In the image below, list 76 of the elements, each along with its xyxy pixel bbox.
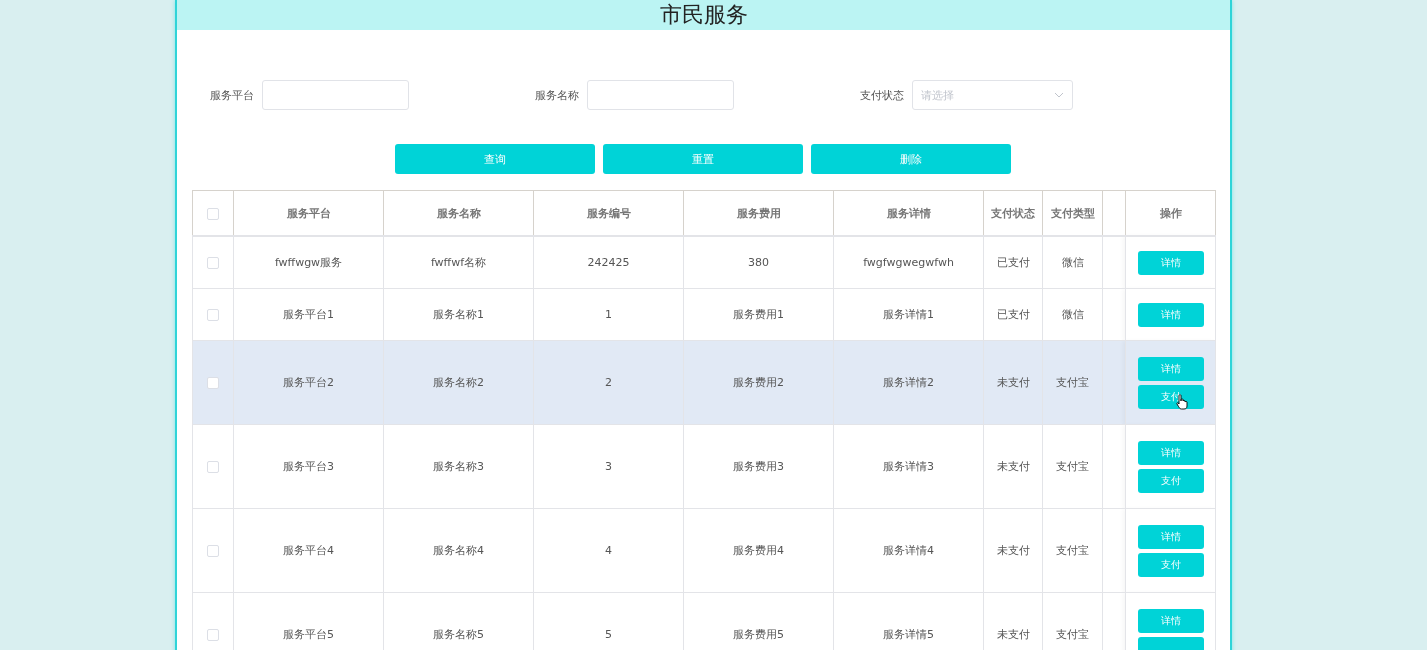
input-field[interactable]	[262, 80, 409, 110]
row-action-button[interactable]: 支付	[1137, 468, 1204, 493]
table-cell: 服务详情5	[883, 628, 934, 641]
column-header: 服务平台	[286, 206, 331, 220]
column-header: 支付类型	[1050, 206, 1095, 220]
table-cell: 5	[605, 628, 612, 641]
table-cell: fwffwf名称	[430, 256, 487, 269]
table-cell: 支付宝	[1056, 544, 1089, 557]
filter-label: 支付状态	[860, 87, 905, 103]
column-header: 服务费用	[736, 206, 781, 220]
table-cell: 服务平台2	[283, 376, 334, 389]
action-button[interactable]: 查询	[395, 144, 595, 174]
table-cell: 服务名称3	[433, 460, 484, 473]
table-cell: 服务平台1	[283, 308, 334, 321]
row-action-button[interactable]: 详情	[1137, 250, 1204, 275]
column-header: 服务编号	[586, 206, 631, 220]
table-cell: 服务名称2	[433, 376, 484, 389]
table-cell: fwffwgw服务	[274, 256, 343, 269]
table-cell: 服务平台5	[283, 628, 334, 641]
filter-label: 服务名称	[535, 87, 580, 103]
table-cell: 服务费用4	[733, 544, 784, 557]
checkbox[interactable]	[207, 377, 219, 389]
table-cell: 微信	[1061, 308, 1084, 321]
row-action-button[interactable]: 详情	[1137, 608, 1204, 633]
row-action-button[interactable]: 详情	[1137, 524, 1204, 549]
table-cell: 服务平台4	[283, 544, 334, 557]
page-title: 市民服务	[659, 1, 748, 29]
table-cell: 未支付	[996, 376, 1030, 389]
row-action-button[interactable]: 详情	[1137, 356, 1204, 381]
table-cell: 4	[605, 544, 612, 557]
checkbox[interactable]	[207, 545, 219, 557]
column-header: 服务名称	[436, 206, 481, 220]
table-cell: 服务名称5	[433, 628, 484, 641]
table-cell: 服务费用2	[733, 376, 784, 389]
row-action-button[interactable]: 支付	[1137, 384, 1204, 409]
table-cell: 服务详情4	[883, 544, 934, 557]
table-cell: 服务详情2	[883, 376, 934, 389]
checkbox[interactable]	[207, 461, 219, 473]
column-header: 操作	[1159, 206, 1182, 220]
table-cell: 3	[605, 460, 612, 473]
table-cell: 未支付	[996, 628, 1030, 641]
table-cell: 服务详情1	[883, 308, 934, 321]
column-header: 支付状态	[991, 206, 1035, 220]
checkbox[interactable]	[207, 309, 219, 321]
column-header: 服务详情	[886, 206, 931, 220]
row-action-button[interactable]: 支付	[1137, 552, 1204, 577]
action-button[interactable]: 删除	[811, 144, 1011, 174]
table-cell: 2	[605, 376, 612, 389]
table-cell: 242425	[587, 256, 630, 269]
table-cell: 服务费用3	[733, 460, 784, 473]
table-cell: 服务详情3	[883, 460, 934, 473]
checkbox[interactable]	[207, 207, 219, 220]
table-cell: 1	[605, 308, 612, 321]
table-cell: fwgfwgwegwfwh	[863, 256, 954, 269]
action-button[interactable]: 重置	[603, 144, 803, 174]
table-cell: 已支付	[996, 308, 1030, 321]
table-cell: 支付宝	[1056, 460, 1089, 473]
table-cell: 已支付	[996, 256, 1030, 269]
row-action-button[interactable]: 详情	[1137, 302, 1204, 327]
table-cell: 服务费用5	[733, 628, 784, 641]
table-cell: 支付宝	[1056, 376, 1089, 389]
table-cell: 服务名称1	[433, 308, 484, 321]
table-cell: 服务名称4	[433, 544, 484, 557]
table-cell: 支付宝	[1056, 628, 1089, 641]
chevron-down-icon	[1054, 92, 1064, 98]
filter-label: 服务平台	[210, 87, 255, 103]
table-cell: 服务平台3	[283, 460, 334, 473]
table-cell: 服务费用1	[733, 308, 784, 321]
row-action-button[interactable]: 详情	[1137, 440, 1204, 465]
table-cell: 微信	[1061, 256, 1084, 269]
table-cell: 未支付	[996, 460, 1030, 473]
table-cell: 未支付	[996, 544, 1030, 557]
input-field[interactable]	[587, 80, 734, 110]
table-cell: 380	[748, 256, 769, 269]
checkbox[interactable]	[207, 257, 219, 269]
checkbox[interactable]	[207, 629, 219, 641]
